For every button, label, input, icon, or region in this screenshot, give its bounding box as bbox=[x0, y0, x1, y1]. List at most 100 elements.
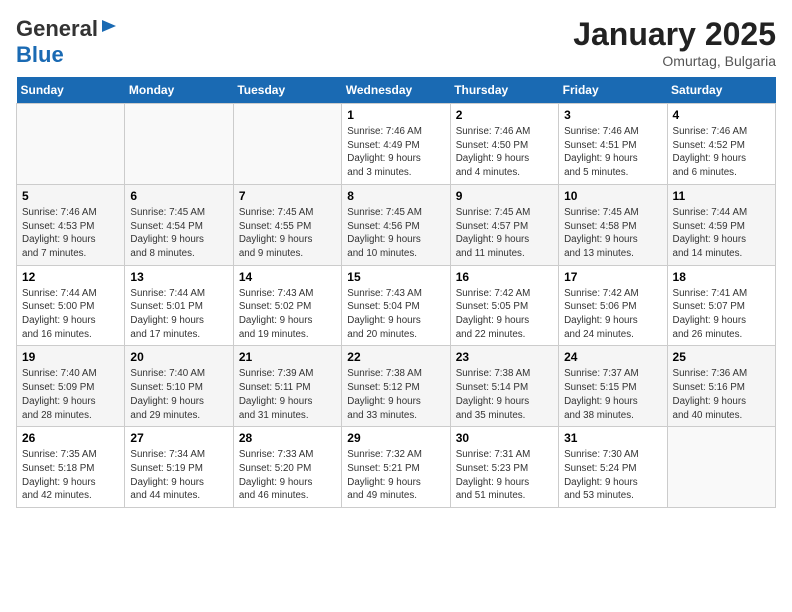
day-number: 6 bbox=[130, 189, 227, 203]
day-number: 17 bbox=[564, 270, 661, 284]
calendar-cell: 31 Sunrise: 7:30 AMSunset: 5:24 PMDayligh… bbox=[559, 427, 667, 508]
calendar-week-row: 19 Sunrise: 7:40 AMSunset: 5:09 PMDayligh… bbox=[17, 346, 776, 427]
day-number: 25 bbox=[673, 350, 770, 364]
calendar-cell: 22 Sunrise: 7:38 AMSunset: 5:12 PMDayligh… bbox=[342, 346, 450, 427]
calendar-cell: 4 Sunrise: 7:46 AMSunset: 4:52 PMDaylight… bbox=[667, 104, 775, 185]
weekday-header-wednesday: Wednesday bbox=[342, 77, 450, 104]
title-block: January 2025 Omurtag, Bulgaria bbox=[573, 16, 776, 69]
day-info: Sunrise: 7:46 AMSunset: 4:51 PMDaylight:… bbox=[564, 125, 661, 180]
day-number: 24 bbox=[564, 350, 661, 364]
day-number: 20 bbox=[130, 350, 227, 364]
day-number: 22 bbox=[347, 350, 444, 364]
calendar-week-row: 1 Sunrise: 7:46 AMSunset: 4:49 PMDaylight… bbox=[17, 104, 776, 185]
day-number: 13 bbox=[130, 270, 227, 284]
day-number: 19 bbox=[22, 350, 119, 364]
day-info: Sunrise: 7:45 AMSunset: 4:54 PMDaylight:… bbox=[130, 206, 227, 261]
calendar-cell: 27Sunrise: 7:34 AMSunset: 5:19 PMDayligh… bbox=[125, 427, 233, 508]
day-number: 5 bbox=[22, 189, 119, 203]
weekday-header-saturday: Saturday bbox=[667, 77, 775, 104]
calendar-cell: 20 Sunrise: 7:40 AMSunset: 5:10 PMDayligh… bbox=[125, 346, 233, 427]
day-number: 29 bbox=[347, 431, 444, 445]
calendar-cell: 3Sunrise: 7:46 AMSunset: 4:51 PMDaylight… bbox=[559, 104, 667, 185]
calendar-cell: 26 Sunrise: 7:35 AMSunset: 5:18 PMDayligh… bbox=[17, 427, 125, 508]
day-info: Sunrise: 7:38 AMSunset: 5:14 PMDaylight:… bbox=[456, 367, 553, 422]
calendar-cell: 19 Sunrise: 7:40 AMSunset: 5:09 PMDayligh… bbox=[17, 346, 125, 427]
calendar-cell: 18Sunrise: 7:41 AMSunset: 5:07 PMDayligh… bbox=[667, 265, 775, 346]
calendar-cell: 1 Sunrise: 7:46 AMSunset: 4:49 PMDaylight… bbox=[342, 104, 450, 185]
page-header: General Blue January 2025 Omurtag, Bulga… bbox=[16, 16, 776, 69]
day-info: Sunrise: 7:40 AMSunset: 5:09 PMDaylight:… bbox=[22, 367, 119, 422]
calendar-week-row: 26 Sunrise: 7:35 AMSunset: 5:18 PMDayligh… bbox=[17, 427, 776, 508]
weekday-header-tuesday: Tuesday bbox=[233, 77, 341, 104]
day-info: Sunrise: 7:42 AMSunset: 5:06 PMDaylight:… bbox=[564, 287, 661, 342]
calendar-cell: 9Sunrise: 7:45 AMSunset: 4:57 PMDaylight… bbox=[450, 184, 558, 265]
weekday-header-row: SundayMondayTuesdayWednesdayThursdayFrid… bbox=[17, 77, 776, 104]
weekday-header-thursday: Thursday bbox=[450, 77, 558, 104]
calendar-cell: 10 Sunrise: 7:45 AMSunset: 4:58 PMDayligh… bbox=[559, 184, 667, 265]
day-info: Sunrise: 7:34 AMSunset: 5:19 PMDaylight:… bbox=[130, 448, 227, 503]
day-info: Sunrise: 7:46 AMSunset: 4:53 PMDaylight:… bbox=[22, 206, 119, 261]
day-info: Sunrise: 7:38 AMSunset: 5:12 PMDaylight:… bbox=[347, 367, 444, 422]
day-number: 9 bbox=[456, 189, 553, 203]
calendar-week-row: 5 Sunrise: 7:46 AMSunset: 4:53 PMDaylight… bbox=[17, 184, 776, 265]
calendar-cell: 11Sunrise: 7:44 AMSunset: 4:59 PMDayligh… bbox=[667, 184, 775, 265]
day-number: 23 bbox=[456, 350, 553, 364]
calendar-cell: 17 Sunrise: 7:42 AMSunset: 5:06 PMDayligh… bbox=[559, 265, 667, 346]
day-info: Sunrise: 7:44 AMSunset: 5:01 PMDaylight:… bbox=[130, 287, 227, 342]
weekday-header-friday: Friday bbox=[559, 77, 667, 104]
day-info: Sunrise: 7:41 AMSunset: 5:07 PMDaylight:… bbox=[673, 287, 770, 342]
calendar-cell bbox=[125, 104, 233, 185]
day-info: Sunrise: 7:39 AMSunset: 5:11 PMDaylight:… bbox=[239, 367, 336, 422]
calendar-cell bbox=[17, 104, 125, 185]
calendar-cell: 16Sunrise: 7:42 AMSunset: 5:05 PMDayligh… bbox=[450, 265, 558, 346]
calendar-cell: 24 Sunrise: 7:37 AMSunset: 5:15 PMDayligh… bbox=[559, 346, 667, 427]
day-number: 14 bbox=[239, 270, 336, 284]
day-info: Sunrise: 7:30 AMSunset: 5:24 PMDaylight:… bbox=[564, 448, 661, 503]
day-info: Sunrise: 7:45 AMSunset: 4:58 PMDaylight:… bbox=[564, 206, 661, 261]
day-number: 26 bbox=[22, 431, 119, 445]
day-number: 21 bbox=[239, 350, 336, 364]
logo: General Blue bbox=[16, 16, 120, 68]
day-info: Sunrise: 7:35 AMSunset: 5:18 PMDaylight:… bbox=[22, 448, 119, 503]
day-number: 1 bbox=[347, 108, 444, 122]
calendar-body: 1 Sunrise: 7:46 AMSunset: 4:49 PMDaylight… bbox=[17, 104, 776, 508]
calendar-cell: 28Sunrise: 7:33 AMSunset: 5:20 PMDayligh… bbox=[233, 427, 341, 508]
day-info: Sunrise: 7:32 AMSunset: 5:21 PMDaylight:… bbox=[347, 448, 444, 503]
calendar-table: SundayMondayTuesdayWednesdayThursdayFrid… bbox=[16, 77, 776, 508]
calendar-cell: 6 Sunrise: 7:45 AMSunset: 4:54 PMDaylight… bbox=[125, 184, 233, 265]
calendar-cell bbox=[667, 427, 775, 508]
calendar-cell: 2Sunrise: 7:46 AMSunset: 4:50 PMDaylight… bbox=[450, 104, 558, 185]
day-info: Sunrise: 7:42 AMSunset: 5:05 PMDaylight:… bbox=[456, 287, 553, 342]
day-number: 7 bbox=[239, 189, 336, 203]
day-number: 11 bbox=[673, 189, 770, 203]
location-subtitle: Omurtag, Bulgaria bbox=[573, 53, 776, 69]
day-info: Sunrise: 7:36 AMSunset: 5:16 PMDaylight:… bbox=[673, 367, 770, 422]
day-number: 31 bbox=[564, 431, 661, 445]
day-info: Sunrise: 7:46 AMSunset: 4:52 PMDaylight:… bbox=[673, 125, 770, 180]
calendar-cell: 7Sunrise: 7:45 AMSunset: 4:55 PMDaylight… bbox=[233, 184, 341, 265]
calendar-cell: 5 Sunrise: 7:46 AMSunset: 4:53 PMDaylight… bbox=[17, 184, 125, 265]
calendar-cell: 29 Sunrise: 7:32 AMSunset: 5:21 PMDayligh… bbox=[342, 427, 450, 508]
calendar-cell: 30 Sunrise: 7:31 AMSunset: 5:23 PMDayligh… bbox=[450, 427, 558, 508]
day-info: Sunrise: 7:46 AMSunset: 4:49 PMDaylight:… bbox=[347, 125, 444, 180]
calendar-cell: 14Sunrise: 7:43 AMSunset: 5:02 PMDayligh… bbox=[233, 265, 341, 346]
calendar-week-row: 12Sunrise: 7:44 AMSunset: 5:00 PMDayligh… bbox=[17, 265, 776, 346]
day-number: 30 bbox=[456, 431, 553, 445]
day-number: 8 bbox=[347, 189, 444, 203]
month-title: January 2025 bbox=[573, 16, 776, 53]
calendar-cell: 12Sunrise: 7:44 AMSunset: 5:00 PMDayligh… bbox=[17, 265, 125, 346]
day-number: 12 bbox=[22, 270, 119, 284]
calendar-cell: 21 Sunrise: 7:39 AMSunset: 5:11 PMDayligh… bbox=[233, 346, 341, 427]
day-info: Sunrise: 7:31 AMSunset: 5:23 PMDaylight:… bbox=[456, 448, 553, 503]
logo-flag-icon bbox=[100, 18, 118, 40]
day-info: Sunrise: 7:46 AMSunset: 4:50 PMDaylight:… bbox=[456, 125, 553, 180]
weekday-header-monday: Monday bbox=[125, 77, 233, 104]
day-number: 4 bbox=[673, 108, 770, 122]
day-info: Sunrise: 7:45 AMSunset: 4:56 PMDaylight:… bbox=[347, 206, 444, 261]
calendar-cell: 23 Sunrise: 7:38 AMSunset: 5:14 PMDayligh… bbox=[450, 346, 558, 427]
day-number: 10 bbox=[564, 189, 661, 203]
day-info: Sunrise: 7:40 AMSunset: 5:10 PMDaylight:… bbox=[130, 367, 227, 422]
logo-blue: Blue bbox=[16, 42, 120, 68]
day-info: Sunrise: 7:37 AMSunset: 5:15 PMDaylight:… bbox=[564, 367, 661, 422]
calendar-cell bbox=[233, 104, 341, 185]
